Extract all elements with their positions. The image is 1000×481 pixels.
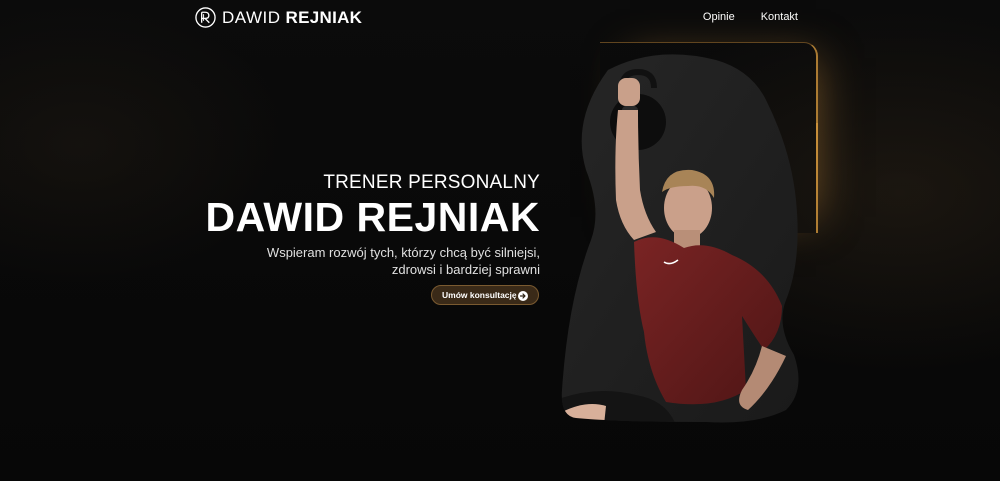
landing-page: DAWID REJNIAK Opinie Kontakt TRENER PERS… <box>0 0 1000 481</box>
site-header: DAWID REJNIAK Opinie Kontakt <box>0 0 1000 36</box>
brand-first-name: DAWID <box>222 7 281 27</box>
brand-logo[interactable]: DAWID REJNIAK <box>195 7 362 28</box>
hero-subtitle: TRENER PERSONALNY <box>323 172 540 193</box>
main-nav: Opinie Kontakt <box>703 11 798 23</box>
arrow-right-circle-icon <box>518 291 528 301</box>
hero-title: DAWID REJNIAK <box>205 194 540 240</box>
nav-item-opinie[interactable]: Opinie <box>703 11 735 23</box>
brand-last-name: REJNIAK <box>285 7 363 27</box>
hero-text-block: TRENER PERSONALNY DAWID REJNIAK Wspieram… <box>160 172 540 278</box>
trainer-with-kettlebell-photo <box>561 54 799 423</box>
cta-label: Umów konsultację <box>442 290 517 300</box>
dr-monogram-icon <box>195 7 216 28</box>
nav-item-kontakt[interactable]: Kontakt <box>761 11 798 23</box>
book-consultation-button[interactable]: Umów konsultację <box>431 285 539 305</box>
hero-description: Wspieram rozwój tych, którzy chcą być si… <box>266 245 540 277</box>
